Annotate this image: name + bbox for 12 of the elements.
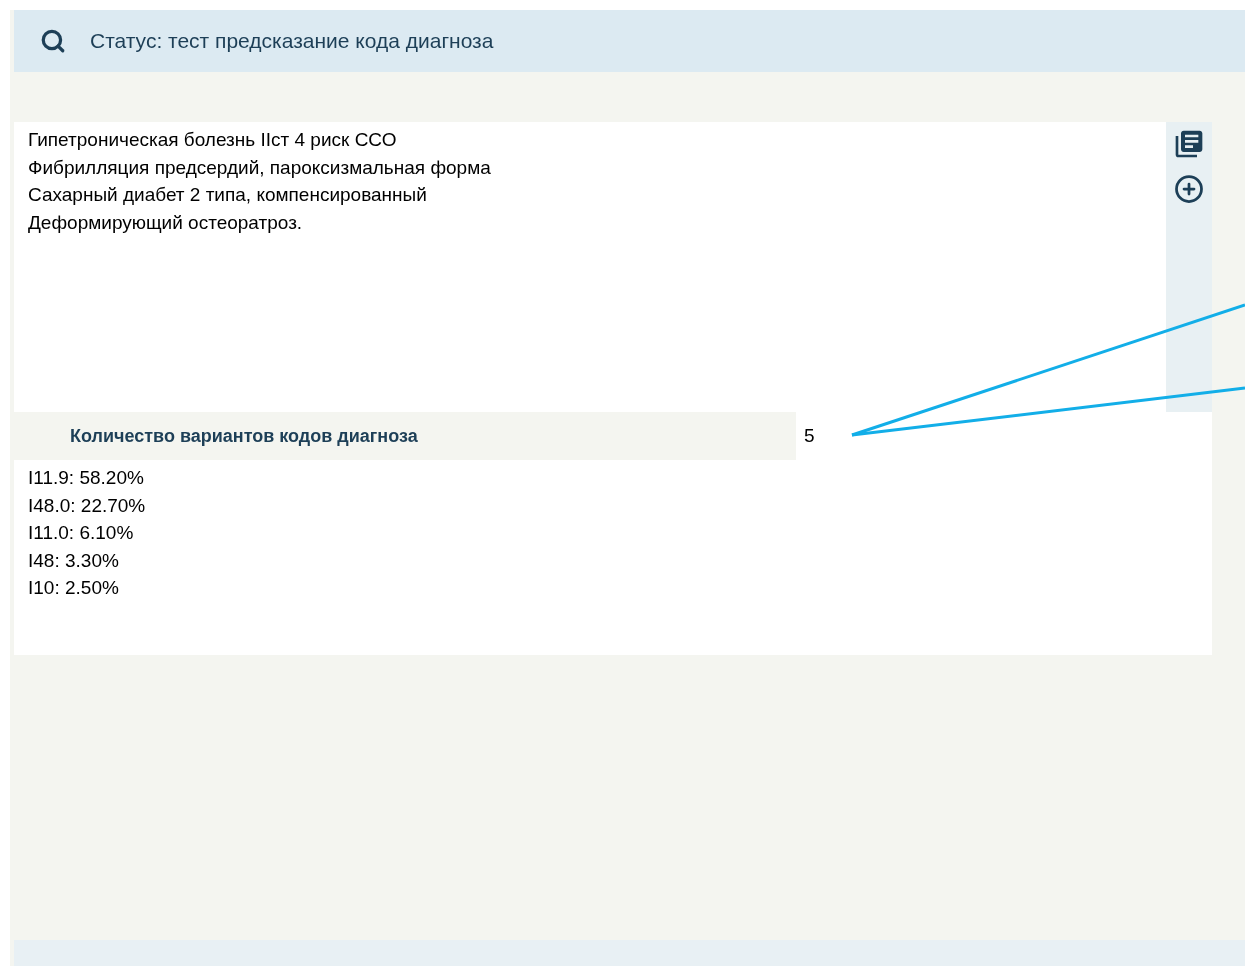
diagnosis-field[interactable]: Гипетроническая болезнь IIст 4 риск ССО Фибрилляция предсердий, пароксизмальная форма Сахарный диабет 2 типа, компенсированный Деформирующий остеоратроз. xyxy=(14,122,1166,412)
search-icon[interactable] xyxy=(40,28,66,54)
documents-icon[interactable] xyxy=(1173,128,1205,160)
result-line: I11.0: 6.10% xyxy=(28,521,134,545)
result-line: I11.9: 58.20% xyxy=(28,466,144,490)
variant-count-label: Количество вариантов кодов диагноза xyxy=(70,424,418,448)
result-line: I10: 2.50% xyxy=(28,576,119,600)
add-icon[interactable] xyxy=(1174,174,1204,204)
result-line: I48.0: 22.70% xyxy=(28,493,146,518)
variant-count-field[interactable]: 5 xyxy=(796,412,1212,460)
result-line: I48: 3.30% xyxy=(28,548,119,573)
status-title: Статус: тест предсказание кода диагноза xyxy=(90,28,494,55)
